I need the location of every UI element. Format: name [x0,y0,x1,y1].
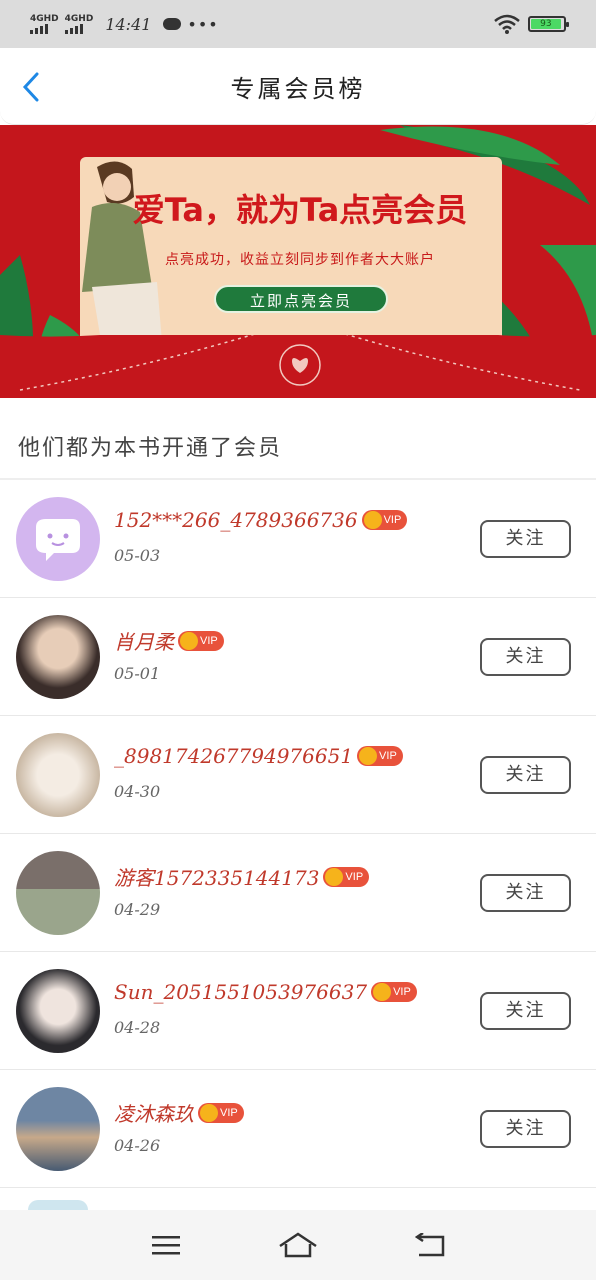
vip-badge: VIP [361,510,408,530]
battery-icon: 93 [528,16,569,32]
cloud-icon [163,18,182,30]
vip-label: VIP [383,514,402,526]
avatar[interactable] [16,1087,100,1171]
vip-badge: VIP [371,982,417,1002]
app-header: 专属会员榜 [0,48,596,125]
signal-1: 4GHD [30,14,59,34]
back-button[interactable] [16,72,46,102]
network-label-2: 4GHD [64,14,94,24]
avatar[interactable] [16,851,100,935]
chat-bubble-icon [36,519,80,561]
avatar[interactable] [16,615,100,699]
back-nav-button[interactable] [410,1225,450,1265]
follow-button[interactable]: 关注 [480,638,571,676]
avatar-partial [28,1200,88,1210]
network-label-1: 4GHD [30,14,59,24]
crown-icon [180,631,198,650]
home-icon [279,1232,317,1258]
member-row[interactable]: 游客1572335144173 VIP 04-29 关注 [0,834,596,952]
chevron-left-icon [22,72,39,102]
member-name-text: 凌沐森玖 [114,1102,194,1126]
member-name: 游客1572335144173 VIP [114,862,370,891]
activate-vip-button[interactable]: 立即点亮会员 [214,285,388,313]
promo-banner[interactable]: 爱Ta，就为Ta点亮会员 点亮成功，收益立刻同步到作者大大账户 立即点亮会员 [0,125,596,398]
member-row[interactable]: _898174267794976651 VIP 04-30 关注 [0,716,596,834]
member-name-text: 游客1572335144173 [114,866,320,890]
member-name: Sun_2051551053976637 VIP [114,980,417,1004]
member-row[interactable]: 凌沐森玖 VIP 04-26 关注 [0,1070,596,1188]
member-name-text: Sun_2051551053976637 [114,980,368,1004]
signal-bars-icon [64,24,83,34]
status-bar: 4GHD 4GHD 14:41 ••• 93 [0,0,596,48]
member-date: 05-01 [114,664,161,683]
vip-badge: VIP [198,1102,244,1123]
member-name-text: _898174267794976651 [114,744,354,768]
banner-subtitle: 点亮成功，收益立刻同步到作者大大账户 [165,252,435,268]
member-date: 04-29 [114,900,161,919]
page-title: 专属会员榜 [230,74,366,103]
member-date: 04-28 [114,1018,161,1037]
member-name: 肖月柔 VIP [114,626,224,655]
crown-icon [373,983,392,1001]
vip-badge: VIP [178,630,224,651]
member-row[interactable]: 152***266_4789366736 VIP 05-03 关注 [0,480,596,598]
member-name: 152***266_4789366736 VIP [114,508,408,532]
crown-icon [325,867,344,886]
back-arrow-icon [415,1233,445,1257]
member-name-text: 肖月柔 [114,630,174,654]
member-row[interactable]: 肖月柔 VIP 05-01 关注 [0,598,596,716]
avatar[interactable] [16,969,100,1053]
menu-button[interactable] [146,1225,186,1265]
member-name: 凌沐森玖 VIP [114,1098,244,1127]
vip-label: VIP [379,750,397,762]
envelope-flap [0,335,596,398]
more-notifications: ••• [187,14,219,34]
home-button[interactable] [278,1225,318,1265]
member-list: 152***266_4789366736 VIP 05-03 关注 肖月柔 VI… [0,480,596,1188]
vip-badge: VIP [357,746,403,766]
status-right: 93 [494,14,569,34]
status-left: 4GHD 4GHD 14:41 ••• [30,14,219,34]
clock: 14:41 [105,14,152,34]
wifi-icon [494,14,520,34]
menu-icon [152,1236,180,1255]
vip-label: VIP [393,986,411,998]
battery-level: 93 [531,19,561,29]
vip-label: VIP [345,870,364,883]
member-date: 04-26 [114,1136,161,1155]
signal-bars-icon [30,24,48,34]
avatar[interactable] [16,497,100,581]
member-date: 04-30 [114,782,161,801]
crown-icon [200,1103,218,1122]
follow-button[interactable]: 关注 [480,874,571,912]
crown-icon [359,747,378,765]
vip-badge: VIP [323,866,370,887]
follow-button[interactable]: 关注 [480,520,571,558]
follow-button[interactable]: 关注 [480,1110,571,1148]
signal-2: 4GHD [64,14,94,34]
follow-button[interactable]: 关注 [480,992,571,1030]
member-name: _898174267794976651 VIP [114,744,403,768]
vip-label: VIP [220,1106,238,1119]
member-row[interactable]: Sun_2051551053976637 VIP 04-28 关注 [0,952,596,1070]
section-title: 他们都为本书开通了会员 [18,436,283,461]
vip-label: VIP [200,634,218,647]
crown-icon [363,511,382,529]
system-nav-bar [0,1210,596,1280]
member-date: 05-03 [114,546,161,565]
banner-headline: 爱Ta，就为Ta点亮会员 [132,191,468,229]
member-name-text: 152***266_4789366736 [114,508,358,532]
follow-button[interactable]: 关注 [480,756,571,794]
avatar[interactable] [16,733,100,817]
